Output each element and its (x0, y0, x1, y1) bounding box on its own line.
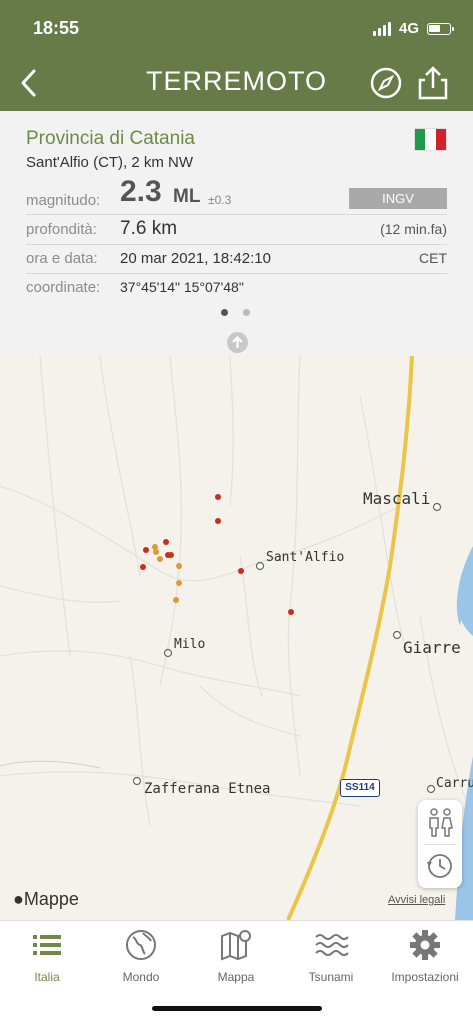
map-attribution: ●Mappe (13, 889, 79, 910)
compass-button[interactable] (369, 66, 403, 100)
tab-impostazioni[interactable]: Impostazioni (378, 927, 472, 984)
coords-label: coordinate: (26, 279, 101, 296)
location-subtitle: Sant'Alfio (CT), 2 km NW (26, 154, 194, 171)
coords-row: coordinate: 37°45'14" 15°07'48" (26, 273, 447, 301)
timezone: CET (419, 250, 447, 266)
magnitude-error: ±0.3 (208, 193, 232, 207)
tab-mondo[interactable]: Mondo (94, 927, 188, 984)
collapse-button[interactable] (227, 332, 248, 353)
share-button[interactable] (416, 64, 450, 102)
status-bar-right: 4G (372, 20, 454, 37)
home-indicator (152, 1006, 322, 1011)
datetime-label: ora e data: (26, 250, 98, 267)
province-title: Provincia di Catania (26, 128, 195, 149)
page-dot-active[interactable] (221, 309, 228, 316)
depth-label: profondità: (26, 221, 97, 238)
town-label-mascali: Mascali (363, 489, 431, 508)
app-header: 18:55 4G TERREMOTO (0, 0, 473, 111)
share-icon (418, 66, 448, 100)
magnitude-label: magnitudo: (26, 192, 101, 209)
town-label-zafferana: Zafferana Etnea (144, 781, 271, 797)
town-label-giarre: Giarre (403, 638, 461, 657)
magnitude-value: 2.3 (120, 175, 162, 208)
network-label: 4G (398, 20, 419, 37)
depth-row: profondità: 7.6 km (12 min.fa) (26, 214, 447, 245)
tab-label: Mappa (217, 970, 255, 984)
datetime-row: ora e data: 20 mar 2021, 18:42:10 CET (26, 244, 447, 274)
town-label-sant-alfio: Sant'Alfio (266, 550, 345, 565)
town-label-carru: Carru (436, 776, 473, 791)
list-icon (33, 935, 61, 955)
map-controls (418, 800, 462, 888)
italy-flag-icon (414, 128, 447, 151)
tab-tsunami[interactable]: Tsunami (284, 927, 378, 984)
tab-mappa[interactable]: Mappa (189, 927, 283, 984)
depth-value: 7.6 km (120, 218, 178, 239)
compass-icon (370, 67, 402, 99)
waves-icon (315, 934, 349, 956)
tab-label: Impostazioni (391, 970, 459, 984)
time-ago: (12 min.fa) (380, 221, 447, 237)
source-badge[interactable]: INGV (349, 188, 447, 209)
map-view[interactable]: Mascali Sant'Alfio Milo Giarre Zafferana… (0, 356, 473, 920)
legal-link[interactable]: Avvisi legali (388, 894, 445, 906)
map-icon (221, 930, 251, 961)
history-button[interactable] (418, 844, 462, 888)
page-dot[interactable] (243, 309, 250, 316)
apple-logo-icon: ● (13, 889, 24, 909)
coords-value: 37°45'14" 15°07'48" (120, 279, 244, 295)
arrow-up-icon (232, 335, 243, 348)
town-label-milo: Milo (174, 637, 206, 652)
battery-icon (427, 22, 454, 35)
signal-icon (372, 21, 391, 36)
magnitude-unit: ML (173, 186, 201, 207)
datetime-value: 20 mar 2021, 18:42:10 (120, 250, 271, 267)
tab-label: Italia (34, 970, 60, 984)
gear-icon (410, 930, 440, 960)
people-button[interactable] (418, 800, 462, 844)
road-shield: SS114 (340, 779, 380, 797)
tab-label: Mondo (122, 970, 160, 984)
history-icon (427, 854, 452, 878)
people-icon (429, 808, 453, 837)
tab-italia[interactable]: Italia (0, 927, 94, 984)
tab-label: Tsunami (308, 970, 354, 984)
globe-icon (126, 930, 156, 960)
status-time: 18:55 (33, 18, 80, 38)
attribution-text: Mappe (23, 889, 79, 909)
